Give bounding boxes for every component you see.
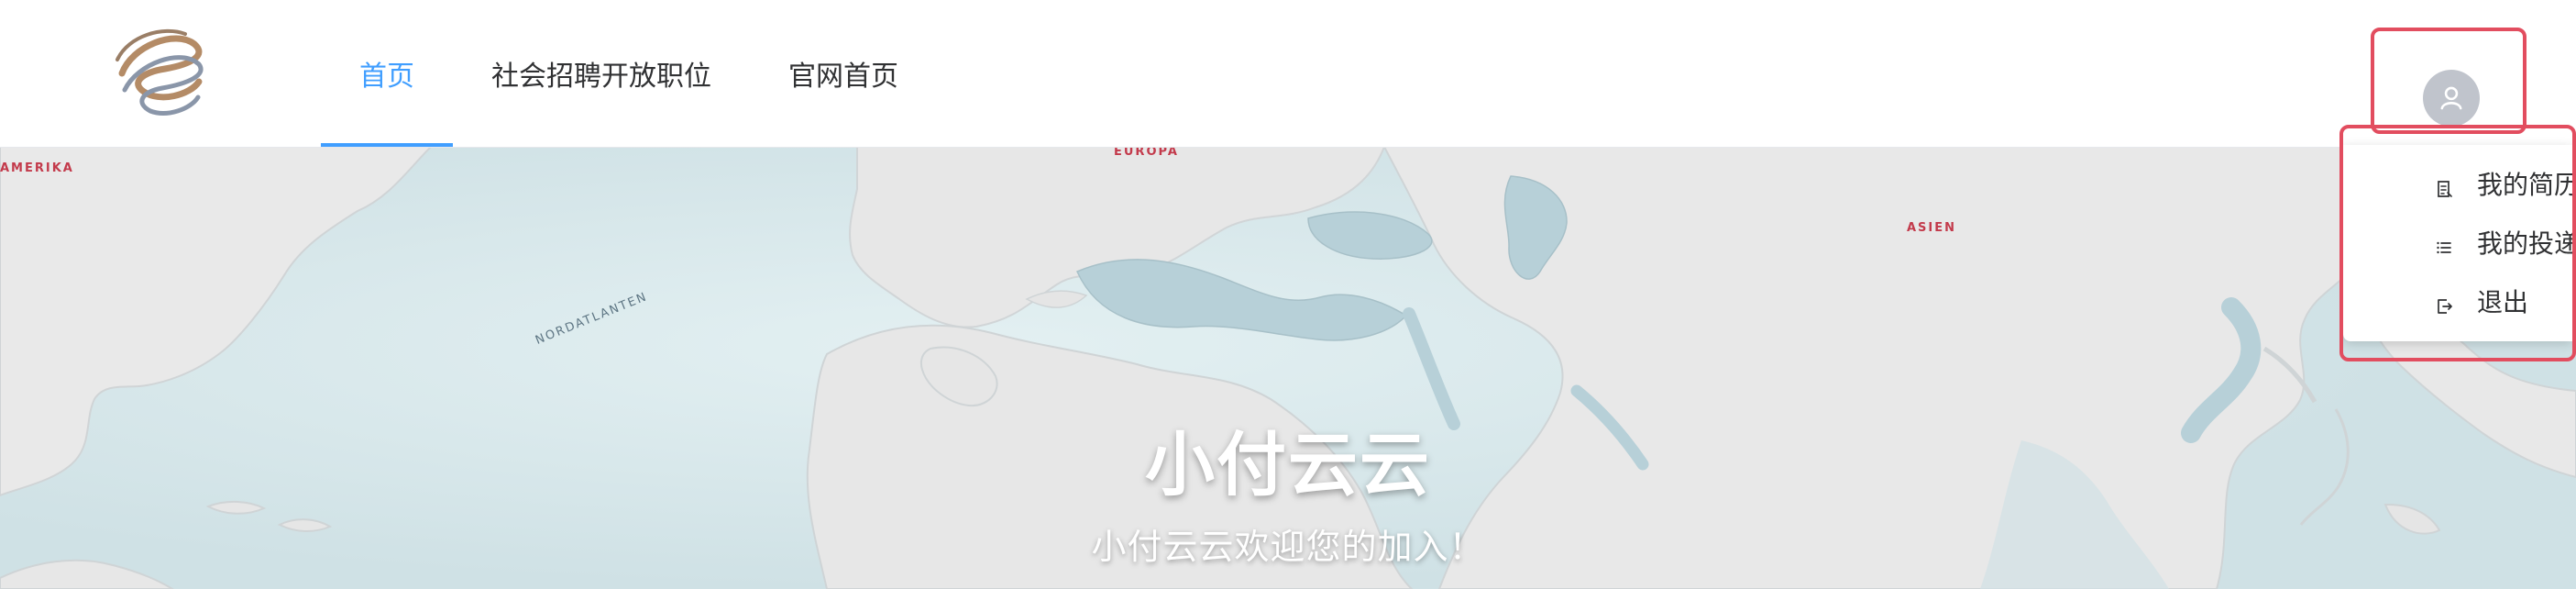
user-avatar-icon[interactable] [2423, 70, 2480, 127]
list-icon [2435, 233, 2453, 254]
menu-item-my-applications[interactable]: 我的投递 [2343, 213, 2572, 272]
menu-item-label: 我的投递 [2477, 228, 2576, 259]
resume-icon [2435, 174, 2453, 197]
top-navigation-bar: 首页 社会招聘开放职位 官网首页 [0, 0, 2576, 147]
main-navigation: 首页 社会招聘开放职位 官网首页 [321, 0, 937, 147]
hero-title: 小付云云 [1145, 424, 1431, 506]
logout-icon [2435, 292, 2453, 314]
nav-tab-home[interactable]: 首页 [321, 0, 453, 147]
map-label-america: AMERIKA [0, 161, 74, 175]
menu-item-logout[interactable]: 退出 [2343, 272, 2572, 330]
nav-tab-open-positions[interactable]: 社会招聘开放职位 [453, 0, 750, 147]
menu-item-label: 我的简历 [2477, 170, 2576, 200]
company-logo-icon[interactable] [106, 20, 209, 127]
map-label-europa: EUROPA [1114, 147, 1179, 159]
user-menu-highlight: 我的简历 我的投递 退出 [2339, 125, 2576, 361]
hero-subtitle: 小付云云欢迎您的加入！ [1091, 527, 1485, 567]
menu-item-my-resume[interactable]: 我的简历 [2343, 154, 2572, 213]
menu-item-label: 退出 [2477, 287, 2529, 317]
map-label-asien: ASIEN [1907, 221, 1957, 235]
user-dropdown-menu: 我的简历 我的投递 退出 [2343, 145, 2572, 341]
nav-tab-official-site[interactable]: 官网首页 [750, 0, 937, 147]
user-avatar-highlight [2371, 28, 2526, 134]
world-map-hero: AMERIKA EUROPA ASIEN NORDATLANTEN 小付云云 小… [0, 147, 2576, 589]
page: 首页 社会招聘开放职位 官网首页 AMERIKA EUROPA ASIEN NO… [0, 0, 2576, 589]
